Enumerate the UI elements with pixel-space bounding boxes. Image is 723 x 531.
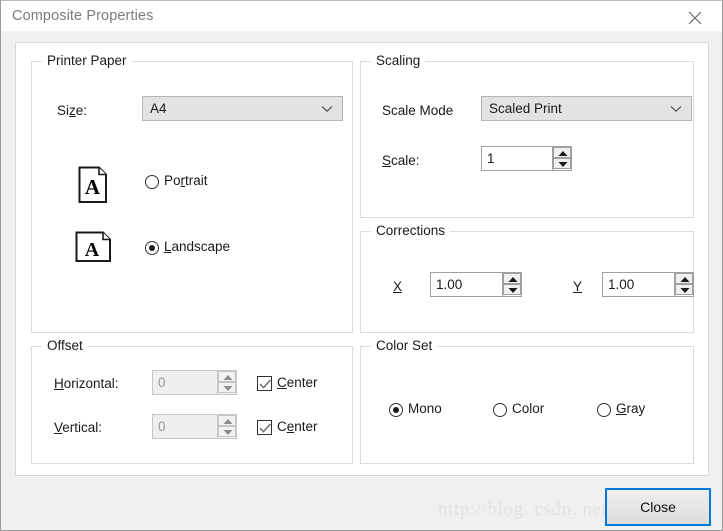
scale-value: 1 xyxy=(487,151,495,166)
chevron-down-icon xyxy=(321,106,333,113)
radio-mark-gray xyxy=(597,403,611,417)
paper-size-value: A4 xyxy=(150,101,167,116)
title-bar: Composite Properties xyxy=(1,1,722,31)
scaling-group: Scaling Scale Mode Scaled Print Scale: 1 xyxy=(360,53,694,218)
offset-horizontal-spin-down[interactable] xyxy=(218,382,236,393)
offset-vertical-value: 0 xyxy=(158,419,166,434)
paper-size-combobox[interactable]: A4 xyxy=(142,96,343,121)
scale-spin-buttons xyxy=(552,147,571,170)
triangle-down-icon xyxy=(508,288,518,293)
orientation-label-portrait: Portrait xyxy=(164,173,208,188)
close-button-label: Close xyxy=(640,499,676,515)
chevron-down-icon xyxy=(670,106,682,113)
offset-horizontal-spin-up[interactable] xyxy=(218,371,236,382)
triangle-down-icon xyxy=(680,288,690,293)
offset-vertical-spin-buttons xyxy=(217,415,236,438)
corrections-group: Corrections X 1.00 Y 1.00 xyxy=(360,223,694,333)
offset-vertical-spin-up[interactable] xyxy=(218,415,236,426)
radio-mark-color xyxy=(493,403,507,417)
triangle-up-icon xyxy=(558,151,568,156)
triangle-up-icon xyxy=(680,277,690,282)
checkbox-mark-horizontal-center xyxy=(257,376,272,391)
triangle-up-icon xyxy=(508,277,518,282)
orientation-label-landscape: Landscape xyxy=(164,239,231,254)
radio-mark-mono xyxy=(389,403,403,417)
scale-spin-up[interactable] xyxy=(553,147,571,158)
checkbox-mark-vertical-center xyxy=(257,420,272,435)
correction-x-spin-up[interactable] xyxy=(503,273,521,284)
content-panel: Printer Paper Size: A4 A Portrait A Land… xyxy=(15,42,709,476)
radio-mark-landscape xyxy=(145,241,159,255)
offset-vertical-spin-down[interactable] xyxy=(218,426,236,437)
color-set-label-color: Color xyxy=(512,401,545,416)
correction-y-spinner[interactable]: 1.00 xyxy=(602,272,694,297)
correction-y-label: Y xyxy=(573,279,583,294)
correction-x-spin-down[interactable] xyxy=(503,284,521,295)
scaling-legend: Scaling xyxy=(371,53,426,68)
svg-text:A: A xyxy=(85,239,100,261)
offset-vertical-center-label: Center xyxy=(277,419,318,434)
color-set-label-mono: Mono xyxy=(408,401,442,416)
triangle-down-icon xyxy=(223,430,233,435)
color-set-group: Color Set Mono Color Gray xyxy=(360,338,694,464)
scale-spin-down[interactable] xyxy=(553,158,571,169)
offset-vertical-label: Vertical: xyxy=(54,420,103,435)
composite-properties-dialog: Composite Properties Printer Paper Size:… xyxy=(0,0,723,531)
color-set-legend: Color Set xyxy=(371,338,438,353)
scale-mode-value: Scaled Print xyxy=(489,101,562,116)
triangle-down-icon xyxy=(558,162,568,167)
correction-x-label: X xyxy=(393,279,403,294)
scale-spinner[interactable]: 1 xyxy=(481,146,572,171)
offset-vertical-spinner[interactable]: 0 xyxy=(152,414,237,439)
offset-group: Offset Horizontal: 0 Center Vertical: 0 … xyxy=(31,338,353,464)
window-title: Composite Properties xyxy=(12,8,154,24)
scale-mode-combobox[interactable]: Scaled Print xyxy=(481,96,692,121)
offset-horizontal-value: 0 xyxy=(158,375,166,390)
portrait-page-icon: A xyxy=(78,166,107,203)
correction-y-value: 1.00 xyxy=(608,277,635,292)
correction-x-value: 1.00 xyxy=(436,277,463,292)
correction-y-spin-down[interactable] xyxy=(675,284,693,295)
printer-paper-group: Printer Paper Size: A4 A Portrait A Land… xyxy=(31,53,353,333)
correction-x-spin-buttons xyxy=(502,273,521,296)
close-icon xyxy=(688,11,702,25)
scale-mode-label: Scale Mode xyxy=(382,103,454,118)
triangle-down-icon xyxy=(223,386,233,391)
radio-mark-portrait xyxy=(145,175,159,189)
close-button[interactable]: Close xyxy=(605,488,711,526)
triangle-up-icon xyxy=(223,375,233,380)
scale-label: Scale: xyxy=(382,153,420,168)
color-set-label-gray: Gray xyxy=(616,401,646,416)
offset-horizontal-center-label: Center xyxy=(277,375,318,390)
correction-y-spin-up[interactable] xyxy=(675,273,693,284)
printer-paper-legend: Printer Paper xyxy=(42,53,132,68)
check-icon xyxy=(259,379,272,389)
triangle-up-icon xyxy=(223,419,233,424)
correction-x-spinner[interactable]: 1.00 xyxy=(430,272,522,297)
corrections-legend: Corrections xyxy=(371,223,451,238)
correction-y-spin-buttons xyxy=(674,273,693,296)
offset-horizontal-label: Horizontal: xyxy=(54,376,119,391)
offset-legend: Offset xyxy=(42,338,88,353)
paper-size-label: Size: xyxy=(57,103,88,118)
svg-text:A: A xyxy=(85,175,101,199)
landscape-page-icon: A xyxy=(75,231,111,262)
check-icon xyxy=(259,423,272,433)
window-close-button[interactable] xyxy=(673,1,720,30)
offset-horizontal-spinner[interactable]: 0 xyxy=(152,370,237,395)
offset-horizontal-spin-buttons xyxy=(217,371,236,394)
